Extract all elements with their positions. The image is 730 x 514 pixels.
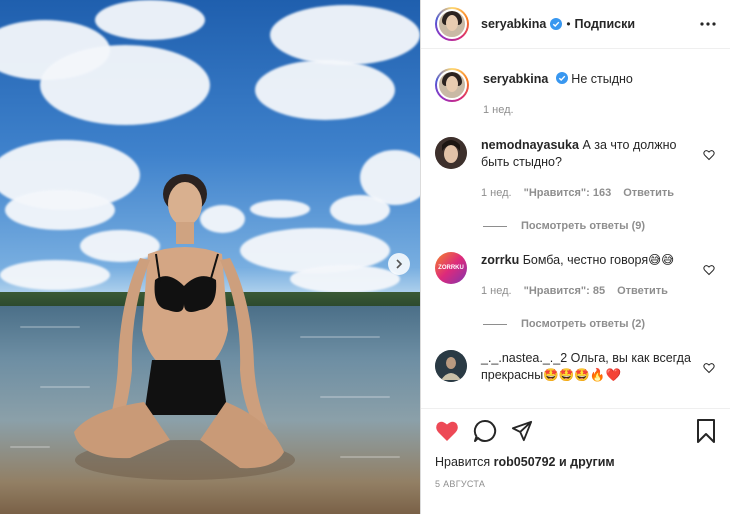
view-replies-label: Посмотреть ответы (2) — [521, 318, 646, 330]
post-date[interactable]: 5 августа — [435, 479, 716, 489]
caption-text: Не стыдно — [571, 72, 633, 86]
comment-item: _._.nastea._._2 Ольга, вы как всегда пре… — [435, 350, 716, 384]
heart-outline-icon — [703, 265, 715, 276]
reply-button[interactable]: Ответить — [617, 283, 668, 300]
post-actions: Нравится rob050792 и другим 5 августа — [421, 408, 730, 489]
share-icon — [511, 420, 533, 442]
carousel-next-button[interactable] — [388, 253, 410, 275]
cloud — [270, 5, 420, 65]
verified-badge-icon — [550, 18, 563, 30]
comment-like-button[interactable] — [702, 264, 716, 278]
cloud — [255, 60, 395, 120]
comment-username[interactable]: nemodnayasuka — [481, 138, 579, 152]
heart-filled-icon — [436, 421, 458, 441]
comment-item: nemodnayasuka А за что должно быть стыдн… — [435, 137, 716, 202]
bookmark-icon — [697, 419, 715, 443]
post-sidebar: seryabkina • Подписки seryabkina Не стыд… — [420, 0, 730, 514]
comment-like-button[interactable] — [702, 149, 716, 163]
post-photo[interactable] — [0, 0, 420, 514]
comment-button[interactable] — [473, 419, 497, 443]
view-replies-label: Посмотреть ответы (9) — [521, 220, 646, 232]
caption-username[interactable]: seryabkina — [483, 72, 548, 86]
likes-user-link[interactable]: rob050792 — [494, 455, 556, 469]
save-button[interactable] — [696, 419, 716, 443]
comments-list[interactable]: seryabkina Не стыдно 1 нед. nemodnayasuk… — [421, 50, 730, 408]
comment-likes[interactable]: "Нравится": 85 — [524, 283, 605, 300]
cloud — [330, 195, 390, 225]
chevron-right-icon — [396, 259, 403, 269]
comment-time[interactable]: 1 нед. — [481, 283, 512, 300]
heart-outline-icon — [703, 150, 715, 161]
heart-outline-icon — [703, 363, 715, 374]
commenter-avatar[interactable] — [435, 350, 467, 382]
separator-dot: • — [566, 17, 571, 31]
post-header: seryabkina • Подписки — [421, 0, 730, 49]
likes-prefix: Нравится — [435, 455, 491, 469]
comment-icon — [473, 419, 497, 442]
view-replies-button[interactable]: Посмотреть ответы (9) — [483, 220, 716, 232]
comment-like-button[interactable] — [702, 362, 716, 376]
view-replies-button[interactable]: Посмотреть ответы (2) — [483, 318, 716, 330]
comment-username[interactable]: zorrku — [481, 253, 519, 267]
caption-time[interactable]: 1 нед. — [483, 102, 514, 119]
share-button[interactable] — [511, 420, 533, 442]
more-options-button[interactable] — [698, 16, 718, 32]
comment-username[interactable]: _._.nastea._._2 — [481, 351, 567, 365]
likes-suffix[interactable]: и другим — [559, 455, 615, 469]
comment-item: ZORRKU zorrku Бомба, честно говоря😅😅 1 н… — [435, 252, 716, 300]
cloud — [40, 45, 210, 125]
caption: seryabkina Не стыдно 1 нед. — [435, 68, 716, 119]
commenter-avatar[interactable]: ZORRKU — [435, 252, 467, 284]
following-button[interactable]: Подписки — [575, 17, 636, 31]
comment-time[interactable]: 1 нед. — [481, 185, 512, 202]
likes-summary: Нравится rob050792 и другим — [435, 455, 716, 469]
comment-likes[interactable]: "Нравится": 163 — [524, 185, 612, 202]
like-button[interactable] — [435, 420, 459, 442]
commenter-avatar[interactable] — [435, 137, 467, 169]
cloud — [95, 0, 205, 40]
author-avatar[interactable] — [435, 68, 469, 102]
more-icon — [700, 22, 716, 26]
woman-figure — [74, 174, 295, 480]
verified-badge-icon — [555, 72, 568, 84]
reply-button[interactable]: Ответить — [623, 185, 674, 202]
author-avatar[interactable] — [435, 7, 469, 41]
author-username[interactable]: seryabkina — [481, 17, 546, 31]
comment-text: Бомба, честно говоря😅😅 — [522, 253, 675, 267]
